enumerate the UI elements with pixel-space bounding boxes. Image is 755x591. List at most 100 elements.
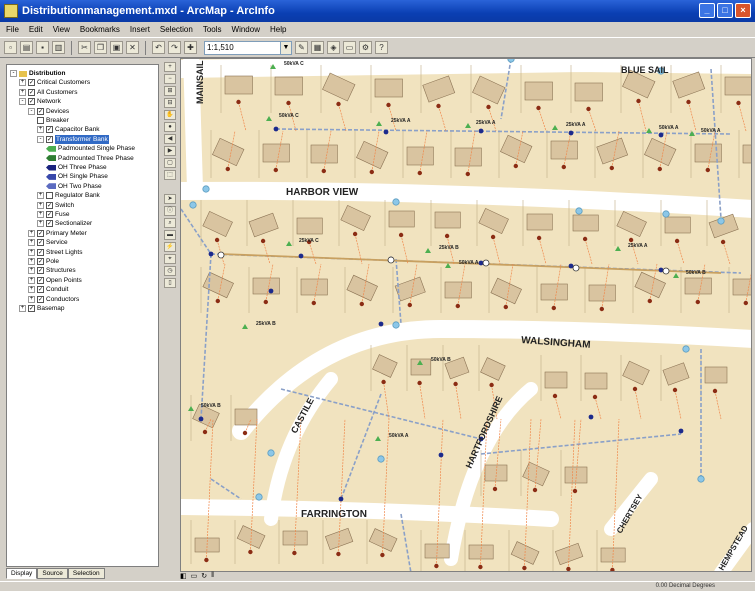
map-view[interactable]: MAINSAIL BLUE SAIL HARBOR VIEW WALSINGHA…: [180, 58, 752, 572]
expand-icon[interactable]: +: [28, 258, 35, 265]
layer-visibility-checkbox[interactable]: ✓: [37, 248, 44, 256]
maximize-button[interactable]: □: [717, 3, 733, 18]
chevron-down-icon[interactable]: ▼: [280, 41, 291, 54]
menu-file[interactable]: File: [6, 25, 19, 34]
select-features-icon[interactable]: ▢: [164, 158, 176, 168]
find-icon[interactable]: ⌕: [164, 218, 176, 228]
expand-icon[interactable]: +: [28, 267, 35, 275]
layer-visibility-checkbox[interactable]: ✓: [28, 305, 35, 312]
menu-edit[interactable]: Edit: [29, 25, 43, 34]
layer-visibility-checkbox[interactable]: ✓: [46, 201, 53, 209]
layer-visibility-checkbox[interactable]: ✓: [37, 295, 44, 303]
toc-layer-row[interactable]: OH Three Phase: [46, 163, 107, 172]
collapse-icon[interactable]: -: [37, 135, 44, 143]
expand-icon[interactable]: +: [28, 239, 35, 247]
layout-toggle-icon[interactable]: ▭: [191, 572, 198, 581]
toc-layer-row[interactable]: + ✓ Critical Customers: [19, 78, 90, 87]
toc-layer-row[interactable]: Breaker: [37, 116, 69, 125]
toc-layer-row[interactable]: + Regulator Bank: [37, 191, 100, 200]
layer-visibility-checkbox[interactable]: ✓: [46, 135, 53, 143]
paste-icon[interactable]: ▣: [110, 41, 123, 54]
toc-layer-row[interactable]: + ✓ Capacitor Bank: [37, 125, 99, 134]
cut-icon[interactable]: ✂: [78, 41, 91, 54]
toc-layer-row[interactable]: + ✓ Switch: [37, 201, 74, 210]
expand-icon[interactable]: +: [28, 248, 35, 256]
arctoolbox-icon[interactable]: ▦: [311, 41, 324, 54]
tab-display[interactable]: Display: [6, 568, 38, 579]
undo-icon[interactable]: ↶: [152, 41, 165, 54]
expand-icon[interactable]: +: [19, 79, 26, 87]
full-extent-icon[interactable]: ●: [164, 122, 176, 132]
save-icon[interactable]: ▪: [36, 41, 49, 54]
menu-tools[interactable]: Tools: [203, 25, 222, 34]
toc-layer-row[interactable]: + ✓ Basemap: [19, 304, 64, 313]
layer-visibility-checkbox[interactable]: ✓: [46, 211, 53, 218]
layer-visibility-checkbox[interactable]: ✓: [28, 79, 35, 87]
toc-layer-row[interactable]: + ✓ Fuse: [37, 210, 69, 219]
toc-layer-row[interactable]: + ✓ All Customers: [19, 88, 77, 97]
layer-visibility-checkbox[interactable]: ✓: [37, 267, 44, 275]
time-slider-icon[interactable]: ◷: [164, 266, 176, 276]
copy-icon[interactable]: ❐: [94, 41, 107, 54]
hyperlink-icon[interactable]: ⚡: [164, 242, 176, 252]
close-button[interactable]: ×: [735, 3, 751, 18]
expand-icon[interactable]: +: [28, 295, 35, 303]
toc-layer-row[interactable]: Padmounted Three Phase: [46, 154, 134, 163]
layer-visibility-checkbox[interactable]: ✓: [37, 258, 44, 265]
new-document-icon[interactable]: ▫: [4, 41, 17, 54]
layout-view-icon[interactable]: ▯: [164, 278, 176, 288]
select-arrow-icon[interactable]: ➤: [164, 194, 176, 204]
expand-icon[interactable]: +: [28, 276, 35, 284]
toc-layer-row[interactable]: - Distribution: [10, 69, 65, 78]
layer-visibility-checkbox[interactable]: ✓: [46, 126, 53, 134]
toc-layer-row[interactable]: OH Two Phase: [46, 182, 102, 191]
toc-layer-row[interactable]: + ✓ Pole: [28, 257, 59, 266]
toc-layer-row[interactable]: + ✓ Conduit: [28, 285, 68, 294]
layer-visibility-checkbox[interactable]: ✓: [37, 276, 44, 284]
select-elements-icon[interactable]: ⬚: [164, 170, 176, 180]
toc-layer-row[interactable]: + ✓ Open Points: [28, 276, 82, 285]
arccatalog-icon[interactable]: ◈: [327, 41, 340, 54]
menu-bookmarks[interactable]: Bookmarks: [80, 25, 120, 34]
toc-layer-row[interactable]: + ✓ Sectionalizer: [37, 219, 92, 228]
toc-layer-row[interactable]: + ✓ Conductors: [28, 295, 79, 304]
menu-window[interactable]: Window: [232, 25, 260, 34]
layer-visibility-checkbox[interactable]: ✓: [37, 229, 44, 237]
expand-icon[interactable]: +: [37, 192, 44, 200]
next-extent-icon[interactable]: ▶: [164, 146, 176, 156]
layer-visibility-checkbox[interactable]: ✓: [37, 239, 44, 247]
collapse-icon[interactable]: -: [10, 70, 17, 77]
pause-drawing-icon[interactable]: ‖: [211, 572, 214, 581]
print-icon[interactable]: ▥: [52, 41, 65, 54]
zoom-in-icon[interactable]: +: [164, 62, 176, 72]
expand-icon[interactable]: +: [37, 126, 44, 134]
map-scale-dropdown[interactable]: 1:1,510 ▼: [204, 40, 292, 55]
editor-toolbar-icon[interactable]: ✎: [295, 41, 308, 54]
expand-icon[interactable]: +: [28, 286, 35, 294]
menu-insert[interactable]: Insert: [130, 25, 150, 34]
open-icon[interactable]: ▤: [20, 41, 33, 54]
pan-icon[interactable]: ✋: [164, 110, 176, 120]
layer-visibility-checkbox[interactable]: ✓: [28, 98, 35, 106]
collapse-icon[interactable]: -: [19, 98, 26, 106]
model-builder-icon[interactable]: ⚙: [359, 41, 372, 54]
go-to-xy-icon[interactable]: ⌖: [164, 254, 176, 264]
expand-icon[interactable]: +: [19, 305, 26, 312]
toc-layer-row[interactable]: + ✓ Service: [28, 238, 68, 247]
layer-visibility-checkbox[interactable]: ✓: [37, 286, 44, 294]
data-view-icon[interactable]: ◧: [180, 572, 187, 581]
toc-layer-row[interactable]: OH Single Phase: [46, 172, 108, 181]
toc-layer-row[interactable]: - ✓ Devices: [28, 107, 69, 116]
menu-view[interactable]: View: [53, 25, 70, 34]
delete-icon[interactable]: ✕: [126, 41, 139, 54]
refresh-icon[interactable]: ↻: [201, 572, 207, 581]
expand-icon[interactable]: +: [28, 229, 35, 237]
toc-layer-row[interactable]: Padmounted Single Phase: [46, 144, 135, 153]
toc-layer-row[interactable]: + ✓ Structures: [28, 266, 76, 275]
tab-source[interactable]: Source: [37, 568, 68, 579]
minimize-button[interactable]: _: [699, 3, 715, 18]
layer-visibility-checkbox[interactable]: ✓: [28, 88, 35, 96]
menu-selection[interactable]: Selection: [160, 25, 193, 34]
layer-visibility-checkbox[interactable]: ✓: [46, 220, 53, 228]
layer-visibility-checkbox[interactable]: [37, 117, 44, 124]
